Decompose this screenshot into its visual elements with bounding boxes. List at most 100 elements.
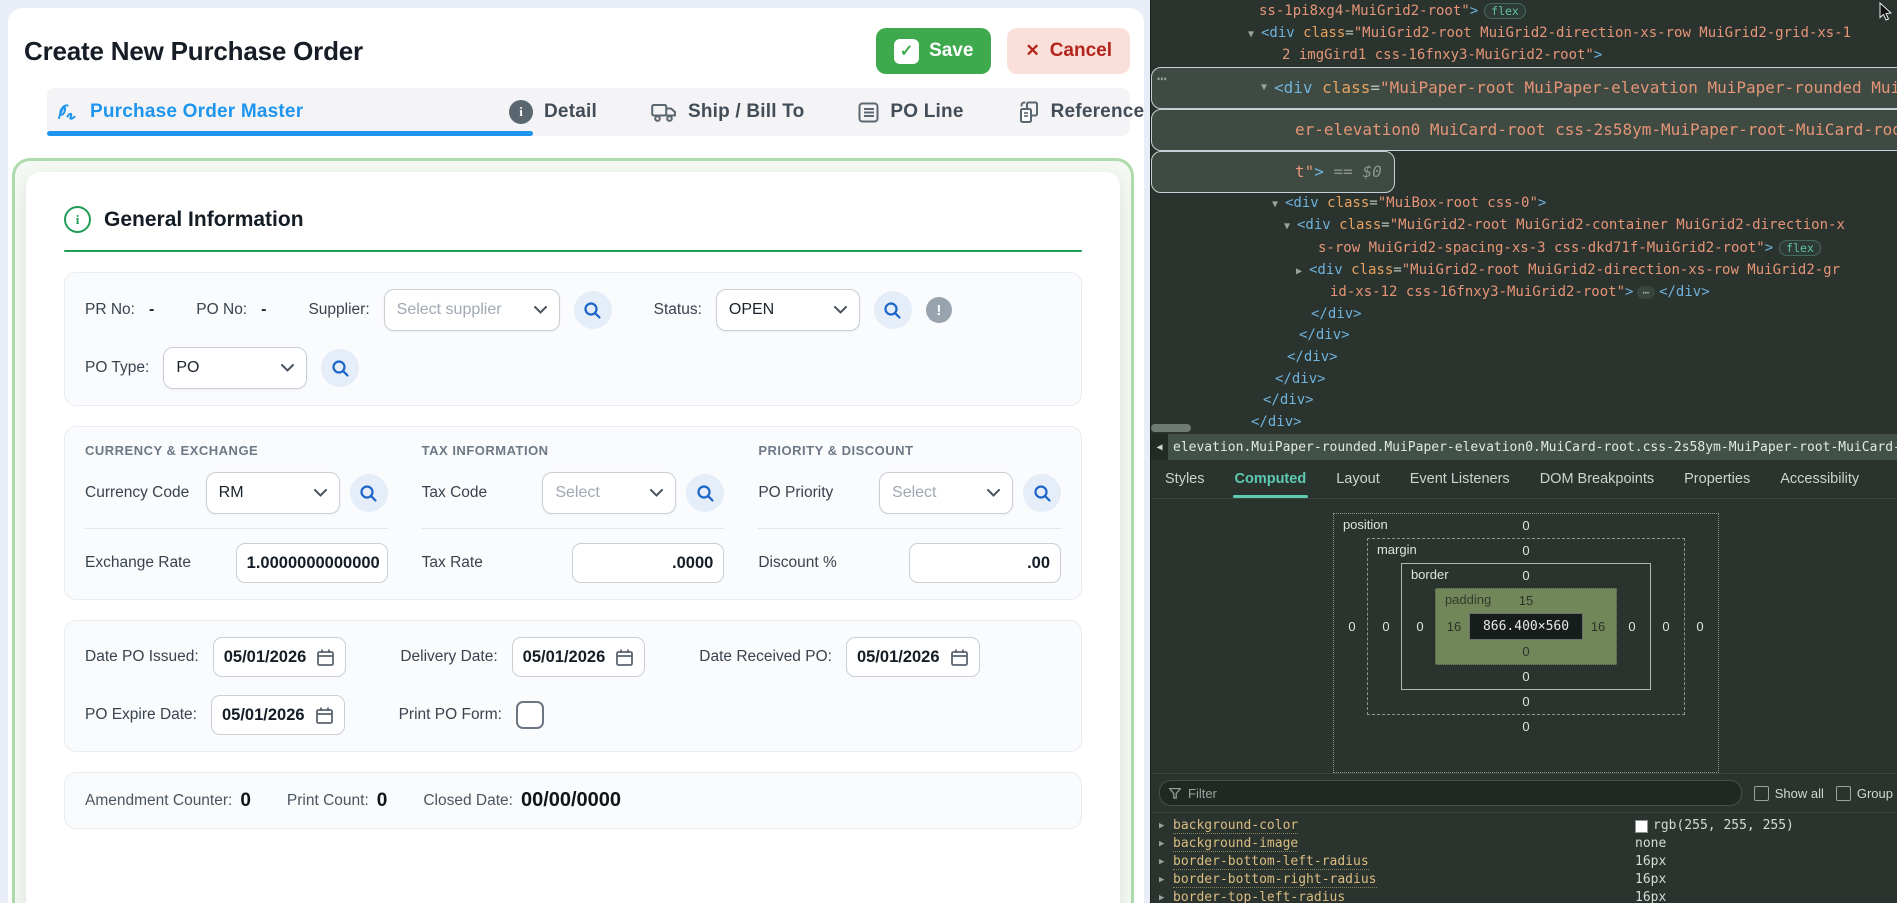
dom-node-line[interactable]: ▶<div class="MuiGrid2-root MuiGrid2-dire… bbox=[1151, 260, 1897, 283]
devtools-tab-properties[interactable]: Properties bbox=[1684, 460, 1750, 498]
css-property-row[interactable]: ▶border-bottom-right-radius16px bbox=[1151, 871, 1897, 889]
search-button[interactable] bbox=[1023, 474, 1061, 512]
expand-arrow-icon[interactable]: ▶ bbox=[1159, 853, 1164, 871]
dom-node-line[interactable]: ▼<div class="MuiGrid2-root MuiGrid2-cont… bbox=[1151, 215, 1897, 238]
dom-node-line[interactable]: s-row MuiGrid2-spacing-xs-3 css-dkd71f-M… bbox=[1151, 238, 1897, 260]
dom-node-line[interactable]: ⋯▼<div class="MuiPaper-root MuiPaper-ele… bbox=[1151, 67, 1897, 109]
grid-list-icon bbox=[858, 102, 879, 123]
dom-node-line[interactable]: ▼<div class="MuiGrid2-root MuiGrid2-dire… bbox=[1151, 23, 1897, 46]
status-select[interactable]: OPEN bbox=[716, 289, 860, 331]
elements-tree[interactable]: ss-1pi8xg4-MuiGrid2-root">flex▼<div clas… bbox=[1151, 0, 1897, 434]
breadcrumb[interactable]: elevation.MuiPaper-rounded.MuiPaper-elev… bbox=[1173, 440, 1897, 455]
box-model-content[interactable]: 866.400×560 bbox=[1469, 613, 1583, 640]
delivery-date-input[interactable]: 05/01/2026 bbox=[512, 637, 646, 677]
calendar-icon bbox=[950, 648, 969, 667]
box-model-border[interactable]: border 0 0 padding 15 16 bbox=[1401, 563, 1651, 690]
tax-rate-input[interactable]: .0000 bbox=[572, 543, 724, 583]
box-model-padding[interactable]: padding 15 16 866.400×560 16 0 bbox=[1435, 588, 1617, 665]
css-property-name: background-image bbox=[1173, 836, 1298, 852]
supplier-select[interactable]: Select supplier bbox=[384, 289, 560, 331]
po-type-select[interactable]: PO bbox=[163, 347, 307, 389]
devtools-tab-computed[interactable]: Computed bbox=[1235, 460, 1307, 498]
css-property-row[interactable]: ▶background-colorrgb(255, 255, 255) bbox=[1151, 817, 1897, 835]
filter-input[interactable]: Filter bbox=[1159, 780, 1742, 806]
exchange-rate-input[interactable]: 1.0000000000000 bbox=[236, 543, 388, 583]
amendment-counter-label: Amendment Counter: bbox=[85, 792, 232, 810]
css-property-name: border-bottom-left-radius bbox=[1173, 854, 1369, 870]
chevron-down-icon bbox=[834, 306, 847, 314]
expand-arrow-icon[interactable]: ▶ bbox=[1159, 817, 1164, 835]
css-property-name: background-color bbox=[1173, 818, 1298, 834]
color-swatch bbox=[1635, 820, 1648, 833]
cancel-button[interactable]: ✕ Cancel bbox=[1007, 28, 1130, 74]
group-checkbox[interactable] bbox=[1836, 786, 1851, 801]
search-button[interactable] bbox=[686, 474, 724, 512]
tab-po-line[interactable]: PO Line bbox=[858, 88, 963, 136]
group-title: TAX INFORMATION bbox=[422, 443, 725, 458]
dom-node-line[interactable]: </div> bbox=[1151, 390, 1897, 412]
show-all-toggle[interactable]: Show all bbox=[1754, 786, 1824, 801]
date-po-issued-input[interactable]: 05/01/2026 bbox=[213, 637, 347, 677]
devtools-tab-dom-breakpoints[interactable]: DOM Breakpoints bbox=[1540, 460, 1654, 498]
section-rule bbox=[64, 250, 1082, 252]
close-icon: ✕ bbox=[1025, 41, 1039, 61]
dom-node-line[interactable]: t"> == $0 bbox=[1151, 151, 1395, 193]
tab-ship-bill-to[interactable]: Ship / Bill To bbox=[651, 88, 804, 136]
po-no-value: - bbox=[261, 301, 266, 319]
show-all-checkbox[interactable] bbox=[1754, 786, 1769, 801]
dom-node-line[interactable]: ▶<div class="MuiBox-root css-0" role="ta… bbox=[1151, 433, 1897, 434]
expand-arrow-icon[interactable]: ▶ bbox=[1159, 835, 1164, 853]
tab-detail[interactable]: iDetail bbox=[509, 88, 597, 136]
devtools-tab-layout[interactable]: Layout bbox=[1336, 460, 1380, 498]
tab-purchase-order-master[interactable]: Purchase Order Master bbox=[55, 88, 455, 136]
print-po-form-checkbox[interactable] bbox=[516, 701, 544, 729]
dom-node-line[interactable]: </div> bbox=[1151, 325, 1897, 347]
save-button[interactable]: ✓ Save bbox=[876, 28, 991, 74]
search-button[interactable] bbox=[350, 474, 388, 512]
box-model-position[interactable]: position 0 0 margin 0 0 border 0 bbox=[1333, 513, 1719, 773]
tax-code-select[interactable]: Select bbox=[542, 472, 676, 514]
css-property-row[interactable]: ▶border-top-left-radius16px bbox=[1151, 889, 1897, 903]
po-type-search-button[interactable] bbox=[321, 349, 359, 387]
dom-node-line[interactable]: </div> bbox=[1151, 347, 1897, 369]
expand-arrow-icon[interactable]: ▶ bbox=[1159, 871, 1164, 889]
devtools-tab-accessibility[interactable]: Accessibility bbox=[1780, 460, 1859, 498]
breadcrumb-back-button[interactable]: ◀ bbox=[1151, 434, 1168, 460]
devtools-tab-event-listeners[interactable]: Event Listeners bbox=[1410, 460, 1510, 498]
box-model-margin[interactable]: margin 0 0 border 0 0 padding bbox=[1367, 538, 1685, 715]
dom-node-line[interactable]: </div> bbox=[1151, 369, 1897, 391]
more-actions-icon[interactable]: ⋯ bbox=[1157, 68, 1168, 90]
tax-code-label: Tax Code bbox=[422, 484, 533, 502]
devtools-tab-styles[interactable]: Styles bbox=[1165, 460, 1205, 498]
po-no-label: PO No: bbox=[196, 301, 247, 319]
copy-document-icon bbox=[1018, 101, 1040, 124]
dom-node-line[interactable]: 2 imgGird1 css-16fnxy3-MuiGrid2-root"> bbox=[1151, 45, 1897, 67]
dom-node-line[interactable]: er-elevation0 MuiCard-root css-2s58ym-Mu… bbox=[1151, 109, 1897, 151]
group-tax-information: TAX INFORMATIONTax CodeSelectTax Rate.00… bbox=[422, 443, 725, 583]
exchange-rate-label: Exchange Rate bbox=[85, 554, 226, 572]
group-toggle[interactable]: Group bbox=[1836, 786, 1893, 801]
dom-node-line[interactable]: ss-1pi8xg4-MuiGrid2-root">flex bbox=[1151, 1, 1897, 23]
css-property-row[interactable]: ▶border-bottom-left-radius16px bbox=[1151, 853, 1897, 871]
dom-node-line[interactable]: id-xs-12 css-16fnxy3-MuiGrid2-root">⋯</d… bbox=[1151, 282, 1897, 304]
css-property-row[interactable]: ▶background-imagenone bbox=[1151, 835, 1897, 853]
screen: Create New Purchase Order ✓ Save ✕ Cance… bbox=[0, 0, 1897, 903]
currency-code-select[interactable]: RM bbox=[206, 472, 340, 514]
dom-node-line[interactable]: ▼<div class="MuiBox-root css-0"> bbox=[1151, 193, 1897, 216]
horizontal-scrollbar[interactable] bbox=[1151, 424, 1191, 432]
date-received-po-input[interactable]: 05/01/2026 bbox=[846, 637, 980, 677]
supplier-search-button[interactable] bbox=[574, 291, 612, 329]
calendar-icon bbox=[615, 648, 634, 667]
divider bbox=[85, 528, 388, 529]
pr-no-value: - bbox=[149, 301, 154, 319]
po-expire-date-input[interactable]: 05/01/2026 bbox=[211, 695, 345, 735]
dom-node-line[interactable]: </div> bbox=[1151, 412, 1897, 434]
dom-node-line[interactable]: </div> bbox=[1151, 304, 1897, 326]
chevron-down-icon bbox=[987, 489, 1000, 497]
po-priority-select[interactable]: Select bbox=[879, 472, 1013, 514]
tab-reference[interactable]: Reference bbox=[1018, 88, 1145, 136]
status-search-button[interactable] bbox=[874, 291, 912, 329]
discount-input[interactable]: .00 bbox=[909, 543, 1061, 583]
expand-arrow-icon[interactable]: ▶ bbox=[1159, 889, 1164, 903]
cancel-button-label: Cancel bbox=[1050, 40, 1112, 62]
